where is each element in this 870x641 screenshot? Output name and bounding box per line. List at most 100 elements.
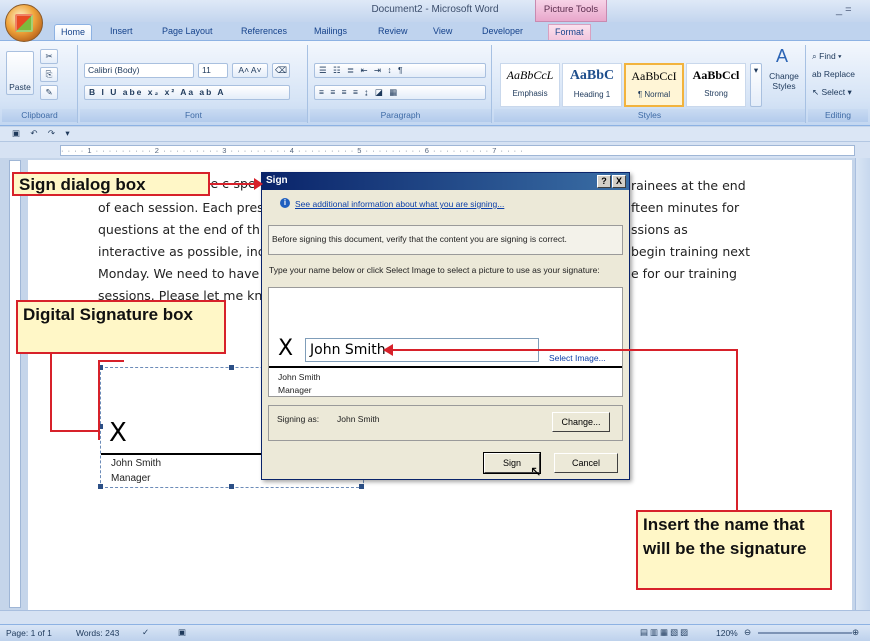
window-title: Document2 - Microsoft Word [371, 4, 499, 15]
styles-group: AaBbCcL Emphasis AaBbC Heading 1 AaBbCcI ¶ … [494, 45, 806, 123]
styles-scroll[interactable]: ▾ [750, 63, 762, 107]
office-button[interactable] [5, 4, 43, 42]
word-count[interactable]: Words: 243 [76, 628, 119, 638]
verify-text: Before signing this document, verify tha… [272, 234, 567, 244]
style-normal[interactable]: AaBbCcI ¶ Normal [624, 63, 684, 107]
select-button[interactable]: ↖ Select ▾ [812, 87, 852, 98]
callout-insert-name: Insert the name that will be the signatu… [636, 510, 832, 590]
clipboard-group: Paste ✂ ⎘ ✎ Clipboard [2, 45, 78, 123]
verify-panel: Before signing this document, verify tha… [268, 225, 623, 255]
doc-line-5: Monday. We need to have [98, 266, 260, 281]
horizontal-scrollbar[interactable] [0, 610, 870, 624]
font-format-buttons[interactable]: B I U abe x₂ x² Aa ab A [84, 85, 290, 100]
picture-tools-context: Picture Tools [535, 0, 607, 22]
signature-name: John Smith [111, 458, 162, 469]
zoom-in-icon[interactable]: ⊕ [852, 627, 859, 638]
copy-icon[interactable]: ⎘ [40, 67, 58, 82]
style-heading-1[interactable]: AaBbC Heading 1 [562, 63, 622, 107]
callout-sign-dialog: Sign dialog box [12, 172, 210, 196]
doc-line-right-3: ssions as [631, 222, 688, 237]
format-painter-icon[interactable]: ✎ [40, 85, 58, 100]
signature-area: X John Smith Select Image... John Smith … [268, 287, 623, 397]
tab-references[interactable]: References [235, 24, 293, 40]
macro-icon[interactable]: ▣ [178, 627, 186, 638]
help-button[interactable]: ? [597, 175, 611, 188]
callout-line [50, 354, 52, 430]
callout-line [392, 349, 738, 351]
doc-line-right-2: fteen minutes for [631, 200, 740, 215]
callout-line [736, 350, 738, 510]
signature-x-mark: X [109, 418, 127, 448]
binoculars-icon: ⌕ [812, 51, 817, 61]
cursor-icon: ↖ [812, 87, 820, 97]
style-emphasis[interactable]: AaBbCcL Emphasis [500, 63, 560, 107]
editing-label: Editing [808, 109, 868, 122]
callout-arrow-line [210, 183, 256, 185]
zoom-out-icon[interactable]: ⊖ [744, 627, 751, 638]
instruction-text: Type your name below or click Select Ima… [269, 265, 600, 275]
tab-review[interactable]: Review [372, 24, 414, 40]
font-label: Font [80, 109, 307, 122]
resize-handle[interactable] [98, 484, 103, 489]
change-styles-button[interactable]: A Change Styles [766, 46, 802, 107]
find-button[interactable]: ⌕ Find ▾ [812, 51, 842, 62]
vertical-ruler[interactable] [9, 160, 21, 608]
tab-mailings[interactable]: Mailings [308, 24, 353, 40]
zoom-level[interactable]: 120% [716, 628, 738, 638]
cancel-button[interactable]: Cancel [554, 453, 618, 473]
ribbon: Paste ✂ ⎘ ✎ Clipboard Calibri (Body) 11 … [0, 40, 870, 126]
dialog-x-mark: X [278, 336, 294, 361]
tab-page-layout[interactable]: Page Layout [156, 24, 219, 40]
style-strong[interactable]: AaBbCcl Strong [686, 63, 746, 107]
align-buttons[interactable]: ≡ ≡ ≡ ≡ ↨ ◪ ▦ [314, 85, 486, 100]
zoom-slider[interactable] [758, 632, 852, 634]
cut-icon[interactable]: ✂ [40, 49, 58, 64]
quick-access-toolbar: ▣ ↶ ↷ ▾ [0, 127, 870, 142]
tab-home[interactable]: Home [54, 24, 93, 40]
doc-line-right-5: e for our training [631, 266, 737, 281]
doc-line-3: questions at the end of th [98, 222, 260, 237]
horizontal-ruler[interactable]: · · · · 1 · · · · · · · · · 2 · · · · · … [60, 145, 855, 156]
clear-formatting-icon[interactable]: ⌫ [272, 63, 290, 78]
page-count[interactable]: Page: 1 of 1 [6, 628, 52, 638]
vertical-scrollbar[interactable] [855, 158, 870, 610]
styles-label: Styles [494, 109, 805, 122]
callout-bracket [98, 360, 100, 440]
dialog-signer-title: Manager [278, 385, 312, 395]
tab-format[interactable]: Format [548, 24, 591, 40]
replace-icon: ab [812, 69, 822, 79]
select-image-link[interactable]: Select Image... [549, 353, 606, 363]
font-size-select[interactable]: 11 [198, 63, 228, 78]
callout-arrowhead [383, 344, 393, 356]
doc-line-right-4: begin training next [631, 244, 751, 259]
tab-insert[interactable]: Insert [104, 24, 139, 40]
list-indent-buttons[interactable]: ☰ ☷ ≣ ⇤ ⇥ ↕ ¶ [314, 63, 486, 78]
callout-line [50, 430, 98, 432]
font-group: Calibri (Body) 11 A˄ A˅ ⌫ B I U abe x₂ x… [80, 45, 308, 123]
paragraph-label: Paragraph [310, 109, 491, 122]
resize-handle[interactable] [229, 365, 234, 370]
qat-buttons[interactable]: ▣ ↶ ↷ ▾ [12, 128, 74, 139]
font-name-select[interactable]: Calibri (Body) [84, 63, 194, 78]
dialog-title: Sign [262, 173, 629, 190]
signing-as-value: John Smith [337, 414, 380, 424]
paste-button[interactable]: Paste [6, 51, 34, 95]
change-button[interactable]: Change... [552, 412, 610, 432]
minimize-ribbon-button[interactable]: _ = [836, 4, 852, 16]
signing-as-label: Signing as: [277, 414, 320, 424]
replace-button[interactable]: ab Replace [812, 69, 855, 79]
editing-group: ⌕ Find ▾ ab Replace ↖ Select ▾ Editing [808, 45, 868, 123]
close-button[interactable]: X [612, 175, 626, 188]
tab-developer[interactable]: Developer [476, 24, 529, 40]
resize-handle[interactable] [229, 484, 234, 489]
tab-view[interactable]: View [427, 24, 458, 40]
grow-shrink-font-button[interactable]: A˄ A˅ [232, 63, 268, 78]
view-buttons[interactable]: ▤▥▦▧▨ [640, 627, 690, 638]
proofing-icon[interactable]: ✓ [142, 627, 149, 638]
doc-line-right-1: rainees at the end [631, 178, 746, 193]
change-styles-icon: A [776, 46, 789, 66]
resize-handle[interactable] [359, 484, 364, 489]
info-link[interactable]: See additional information about what yo… [295, 199, 504, 209]
paragraph-group: ☰ ☷ ≣ ⇤ ⇥ ↕ ¶ ≡ ≡ ≡ ≡ ↨ ◪ ▦ Paragraph [310, 45, 492, 123]
callout-arrowhead [254, 178, 263, 190]
